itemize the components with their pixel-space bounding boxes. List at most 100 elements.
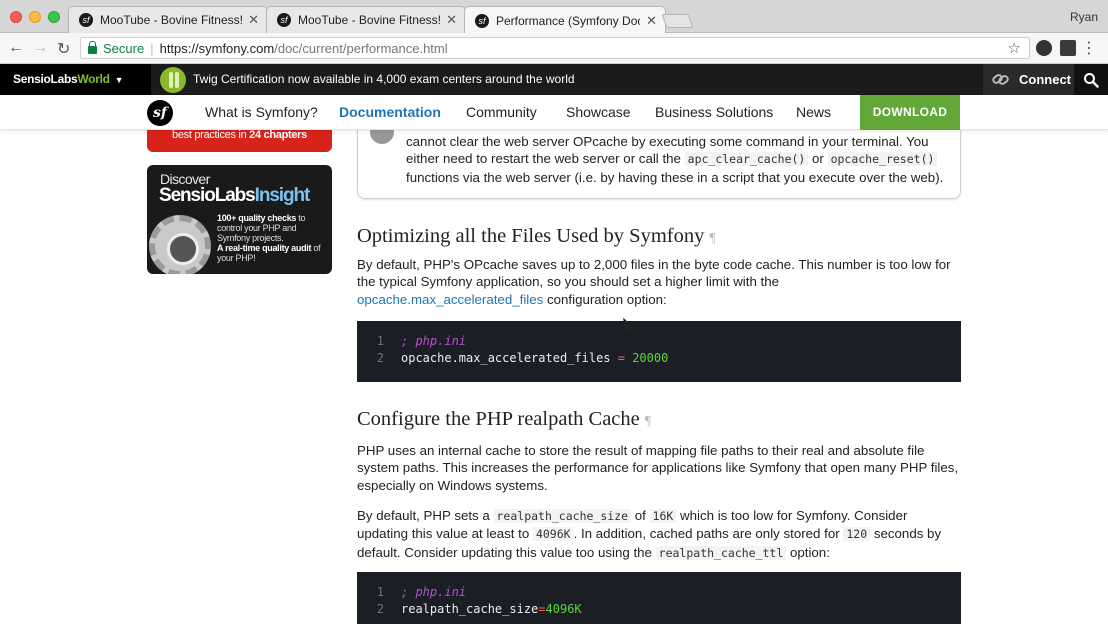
- code-block: 1 ; php.ini 2 realpath_cache_size=4096K: [357, 572, 961, 624]
- chain-link-icon: [992, 74, 1009, 85]
- inline-code: realpath_cache_size: [493, 509, 632, 523]
- paragraph-text: option:: [786, 544, 830, 560]
- nav-item-documentation[interactable]: Documentation: [339, 95, 441, 130]
- divider: |: [150, 40, 154, 56]
- bookmark-star-icon[interactable]: ☆: [1008, 39, 1021, 57]
- ad-name-part: SensioLabs: [159, 185, 256, 206]
- paragraph: By default, PHP's OPcache saves up to 2,…: [357, 256, 961, 308]
- tab-title: MooTube - Bovine Fitness!: [100, 13, 243, 27]
- connect-label: Connect: [1019, 72, 1071, 87]
- url-host: https://symfony.com: [159, 40, 275, 56]
- address-bar[interactable]: Secure | https://symfony.com/doc/current…: [80, 37, 1030, 59]
- sensiolabs-world-bar: SensioLabsWorld ▼ Twig Certification now …: [0, 64, 1108, 95]
- paragraph-text: configuration option:: [543, 291, 667, 307]
- note-text-part: or: [808, 151, 828, 167]
- connect-button[interactable]: Connect: [983, 64, 1074, 95]
- ad-name-accent: Insight: [254, 185, 311, 206]
- ad-features: 100+ quality checks to control your PHP …: [217, 213, 327, 263]
- code-block: 1 ; php.ini 2 opcache.max_accelerated_fi…: [357, 321, 961, 382]
- nav-item-showcase[interactable]: Showcase: [566, 95, 631, 130]
- heading-anchor-link[interactable]: ¶: [645, 414, 651, 429]
- heading-text: Optimizing all the Files Used by Symfony: [357, 225, 705, 247]
- browser-tab[interactable]: sf MooTube - Bovine Fitness! ✕: [266, 6, 466, 33]
- heading-text: Configure the PHP realpath Cache: [357, 408, 640, 430]
- forward-arrow-icon[interactable]: →: [32, 39, 48, 57]
- brand-text: SensioLabs: [13, 72, 78, 86]
- section-heading-realpath-cache: Configure the PHP realpath Cache ¶: [357, 408, 651, 431]
- sensiolabs-world-menu[interactable]: SensioLabsWorld ▼: [0, 64, 151, 95]
- nav-item-community[interactable]: Community: [466, 95, 537, 130]
- paragraph-text: By default, PHP sets a: [357, 508, 494, 523]
- code-key: opcache.max_accelerated_files: [401, 351, 618, 365]
- paragraph-text: . In addition, cached paths are only sto…: [573, 526, 844, 542]
- promo-text[interactable]: Twig Certification now available in 4,00…: [193, 64, 575, 95]
- close-tab-icon[interactable]: ✕: [446, 12, 457, 28]
- paragraph-text: By default, PHP's OPcache saves up to 2,…: [357, 257, 951, 290]
- browser-toolbar: ← → ↻ Secure | https://symfony.com/doc/c…: [0, 33, 1108, 64]
- inline-code: 120: [843, 527, 871, 542]
- search-icon: [1084, 73, 1099, 88]
- url-path: /doc/current/performance.html: [274, 40, 448, 56]
- code-operator: =: [617, 351, 625, 365]
- search-button[interactable]: [1074, 64, 1108, 95]
- line-number: 1: [376, 334, 384, 348]
- inline-code: apc_clear_cache(): [684, 152, 809, 167]
- browser-tab-active[interactable]: sf Performance (Symfony Docs) ✕: [464, 6, 666, 34]
- secure-label: Secure: [103, 40, 145, 56]
- tab-title: Performance (Symfony Docs): [496, 13, 641, 28]
- code-key: realpath_cache_size: [401, 602, 539, 616]
- code-comment: ; php.ini: [401, 334, 467, 348]
- heading-anchor-link[interactable]: ¶: [709, 231, 715, 246]
- symfony-main-nav: sf What is Symfony? Documentation Commun…: [0, 95, 1108, 130]
- close-window-button[interactable]: [10, 11, 22, 23]
- code-operator: =: [538, 602, 546, 616]
- browser-menu-icon[interactable]: ⋮: [1081, 38, 1097, 58]
- line-number: 1: [376, 585, 384, 599]
- brand-text-accent: World: [77, 72, 110, 86]
- symfony-favicon-icon: sf: [277, 13, 291, 27]
- close-tab-icon[interactable]: ✕: [248, 12, 259, 28]
- caret-down-icon: ▼: [114, 75, 124, 85]
- close-tab-icon[interactable]: ✕: [646, 13, 657, 29]
- sensiolabs-insight-ad[interactable]: Discover SensioLabsInsight 100+ quality …: [147, 165, 332, 274]
- download-button[interactable]: DOWNLOAD: [860, 95, 960, 130]
- lock-icon: [88, 41, 97, 54]
- opcache-doc-link[interactable]: opcache.max_accelerated_files: [357, 292, 543, 307]
- paragraph: PHP uses an internal cache to store the …: [357, 443, 959, 493]
- ad-feature-bold: A real-time quality audit: [217, 243, 312, 253]
- layers-extension-icon[interactable]: [1060, 40, 1076, 56]
- banner-text: best practices in: [172, 129, 250, 141]
- paragraph-text: of: [631, 508, 650, 523]
- banner-text-bold: 24 chapters: [249, 129, 307, 141]
- ad-product-name: SensioLabsInsight: [159, 185, 311, 207]
- section-heading-optimizing-files: Optimizing all the Files Used by Symfony…: [357, 225, 716, 248]
- extension-icon[interactable]: [1036, 40, 1052, 56]
- gear-icon: [149, 215, 211, 274]
- minimize-window-button[interactable]: [29, 11, 41, 23]
- code-value: 20000: [624, 351, 669, 365]
- line-number: 2: [376, 602, 384, 616]
- reload-icon[interactable]: ↻: [57, 39, 70, 59]
- note-text-part: functions via the web server (i.e. by ha…: [406, 169, 944, 185]
- nav-item-news[interactable]: News: [796, 95, 831, 130]
- note-text: cannot clear the web server OPcache by e…: [406, 133, 951, 186]
- browser-tab[interactable]: sf MooTube - Bovine Fitness! ✕: [68, 6, 268, 33]
- inline-code: opcache_reset(): [827, 152, 938, 167]
- paragraph: By default, PHP sets a realpath_cache_si…: [357, 507, 961, 562]
- inline-code: realpath_cache_ttl: [655, 545, 787, 560]
- code-comment: ; php.ini: [401, 585, 467, 599]
- code-value: 4096K: [545, 602, 582, 616]
- profile-name[interactable]: Ryan: [1070, 10, 1098, 24]
- new-tab-button[interactable]: [661, 14, 694, 28]
- inline-code: 16K: [649, 509, 677, 523]
- tab-title: MooTube - Bovine Fitness!: [298, 13, 441, 27]
- twig-icon: [160, 67, 186, 93]
- nav-item-business-solutions[interactable]: Business Solutions: [655, 95, 773, 130]
- symfony-logo-icon[interactable]: sf: [147, 100, 173, 126]
- back-arrow-icon[interactable]: ←: [8, 39, 24, 57]
- ad-feature-bold: 100+ quality checks: [217, 213, 297, 223]
- maximize-window-button[interactable]: [48, 11, 60, 23]
- browser-tab-bar: sf MooTube - Bovine Fitness! ✕ sf MooTub…: [0, 0, 1108, 34]
- nav-item-what-is-symfony[interactable]: What is Symfony?: [205, 95, 318, 130]
- symfony-favicon-icon: sf: [475, 13, 489, 28]
